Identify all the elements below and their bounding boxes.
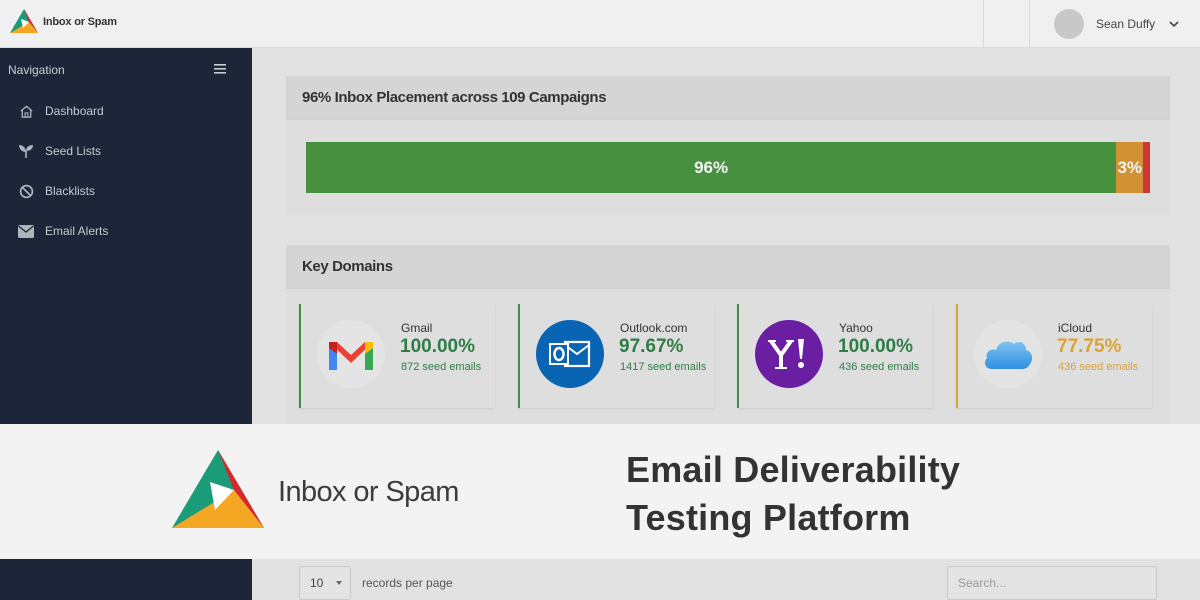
key-domains-title: Key Domains (286, 245, 1170, 289)
sidebar-item-dashboard[interactable]: Dashboard (17, 101, 104, 121)
bar-segment-inbox[interactable]: 96% (306, 142, 1117, 193)
records-per-page-label: records per page (362, 576, 453, 590)
hamburger-menu-icon[interactable] (214, 64, 226, 74)
domain-name: Yahoo (839, 321, 873, 335)
user-menu[interactable]: Sean Duffy (1054, 9, 1179, 39)
sidebar-item-email-alerts[interactable]: Email Alerts (17, 221, 108, 241)
brand-logo-icon (10, 9, 38, 33)
sidebar-item-label: Blacklists (45, 184, 96, 198)
domain-card-gmail[interactable]: Gmail 100.00% 872 seed emails (299, 304, 495, 408)
segment-label: 3% (1117, 157, 1143, 177)
yahoo-icon (755, 320, 823, 388)
user-name: Sean Duffy (1096, 17, 1156, 31)
sprout-icon (17, 142, 35, 160)
domain-card-yahoo[interactable]: Yahoo 100.00% 436 seed emails (737, 304, 933, 408)
brand-link[interactable]: Inbox or Spam (9, 8, 117, 36)
domain-name: iCloud (1058, 321, 1093, 335)
bar-segment-spam[interactable]: 3% (1116, 142, 1144, 193)
topbar-divider (983, 0, 984, 48)
icloud-icon (974, 320, 1042, 388)
envelope-icon (17, 222, 35, 240)
brand-name: Inbox or Spam (43, 16, 117, 28)
placement-panel: 96% Inbox Placement across 109 Campaigns… (286, 76, 1170, 215)
sidebar-item-seed-lists[interactable]: Seed Lists (17, 141, 101, 161)
nav-heading: Navigation (8, 63, 65, 77)
ban-icon (17, 182, 35, 200)
domain-percent: 97.67% (619, 336, 684, 357)
tagline-line: Testing Platform (626, 497, 911, 538)
top-bar: Inbox or Spam Sean Duffy (0, 0, 1200, 48)
domain-percent: 77.75% (1057, 336, 1122, 357)
banner-tagline: Email Deliverability Testing Platform (626, 446, 960, 542)
tagline-line: Email Deliverability (626, 449, 961, 490)
sidebar-item-label: Dashboard (45, 104, 104, 118)
chevron-down-icon[interactable] (1169, 20, 1179, 28)
domain-seed-count: 436 seed emails (1058, 361, 1139, 373)
search-input[interactable] (947, 566, 1157, 600)
brand-logo-icon (172, 450, 264, 528)
domain-seed-count: 872 seed emails (401, 361, 482, 373)
bar-segment-missing[interactable] (1143, 142, 1150, 193)
gmail-icon (317, 320, 385, 388)
domain-card-outlook[interactable]: Outlook.com 97.67% 1417 seed emails (518, 304, 714, 408)
domain-seed-count: 436 seed emails (839, 361, 920, 373)
domain-percent: 100.00% (400, 336, 476, 357)
page-size-select[interactable]: 10 (299, 566, 351, 600)
topbar-divider (1029, 0, 1030, 48)
sidebar-item-label: Email Alerts (45, 224, 109, 238)
sidebar-item-label: Seed Lists (45, 144, 102, 158)
segment-label: 96% (694, 157, 729, 177)
domain-name: Gmail (401, 321, 433, 335)
placement-title: 96% Inbox Placement across 109 Campaigns (286, 76, 1170, 120)
outlook-icon (536, 320, 604, 388)
banner-brand-name: Inbox or Spam (278, 476, 459, 508)
domain-name: Outlook.com (620, 321, 688, 335)
domain-percent: 100.00% (838, 336, 914, 357)
domain-seed-count: 1417 seed emails (620, 361, 707, 373)
caret-down-icon (336, 581, 342, 585)
page-size-value: 10 (310, 576, 324, 590)
domain-card-icloud[interactable]: iCloud 77.75% 436 seed emails (956, 304, 1152, 408)
promo-banner: Inbox or Spam Email Deliverability Testi… (0, 424, 1200, 559)
sidebar-item-blacklists[interactable]: Blacklists (17, 181, 95, 201)
avatar[interactable] (1054, 9, 1084, 39)
key-domains-panel: Key Domains Gmail 100.00% 872 seed email… (286, 245, 1170, 424)
home-icon (17, 102, 35, 120)
placement-bar: 96% 3% (306, 142, 1150, 193)
